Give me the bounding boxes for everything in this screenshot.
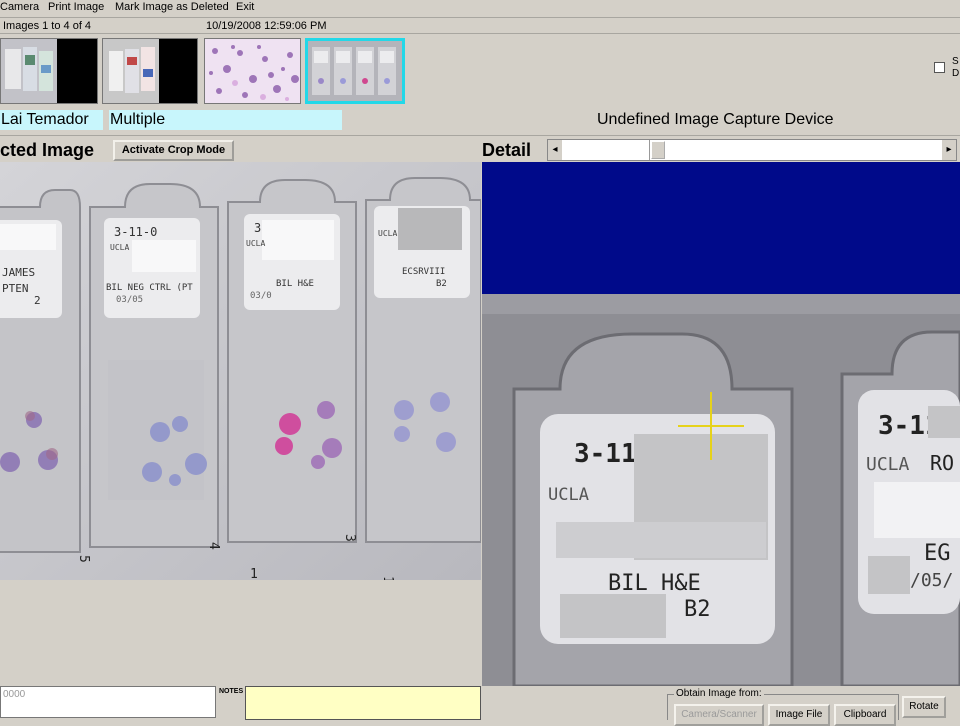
slide3-number: 3 [342,534,357,542]
slide2-line3: 03/05 [116,295,143,305]
selected-image-view[interactable]: JAMES PTEN 2 5 3-11-0 UCLA BIL NEG CTRL … [0,162,481,580]
detail-left-inst: UCLA [548,485,589,505]
detail-view[interactable]: 3-11- UCLA BIL H&E B2 3-11 UCLA RO EG /0… [482,162,960,686]
scroll-left-arrow[interactable]: ◂ [548,140,562,160]
slide4-line3: B2 [436,279,447,289]
clipboard-button[interactable]: Clipboard [834,704,896,726]
thumbnail-3[interactable] [204,38,301,104]
menu-camera[interactable]: Camera [0,1,39,13]
timestamp: 10/19/2008 12:59:06 PM [206,20,327,32]
slide2-line1: UCLA [110,243,129,252]
slide4-line2: ECSRVIII [402,267,445,277]
svg-text:1: 1 [250,567,258,580]
header-divider [0,33,960,34]
slide3-line2: BIL H&E [276,279,314,289]
slide2-number: 4 [206,542,221,550]
obtain-image-label: Obtain Image from: [674,688,764,699]
slide3-line3: 03/0 [250,291,272,301]
detail-left-code: B2 [684,597,711,622]
fields-divider [0,135,960,136]
slide-photo-thumbnail [1,39,57,103]
slide-photo-thumbnail [103,39,159,103]
scroll-track-left[interactable] [563,140,650,160]
detail-zoom-scrollbar[interactable]: ◂ ▸ [547,139,957,161]
micrograph-thumbnail [205,39,300,103]
capture-device-label: Undefined Image Capture Device [597,111,834,128]
record-id-input[interactable]: 0000 [0,686,216,718]
detail-right-code: RO [930,451,954,475]
menu-bar: Camera Print Image Mark Image as Deleted… [0,0,960,18]
detail-empty-area [482,162,960,294]
slides-photo: JAMES PTEN 2 5 3-11-0 UCLA BIL NEG CTRL … [0,162,481,580]
slide3-date: 3 [254,221,261,235]
scroll-thumb[interactable] [651,141,665,159]
detail-right-inst: UCLA [866,454,910,475]
menu-divider [0,17,960,18]
rotate-button[interactable]: Rotate [902,696,946,718]
thumbnail-1[interactable] [0,38,98,104]
detail-zoom-photo: 3-11- UCLA BIL H&E B2 3-11 UCLA RO EG /0… [482,294,960,686]
thumbnail-4[interactable] [305,38,405,104]
detail-right-extra: /05/ [910,570,953,591]
image-count: Images 1 to 4 of 4 [3,20,92,32]
menu-mark-deleted[interactable]: Mark Image as Deleted [115,1,229,13]
slide1-line3: 2 [34,294,41,307]
notes-textarea[interactable] [245,686,481,720]
option-checkbox-label: S D [952,56,959,80]
patient-name-field[interactable]: Lai Temador [0,110,103,130]
detail-title: Detail [482,140,532,160]
slide2-date: 3-11-0 [114,225,157,239]
slide1-line1: JAMES [2,266,35,279]
notes-label: NOTES [219,688,244,695]
menu-exit[interactable]: Exit [236,1,254,13]
scroll-right-arrow[interactable]: ▸ [942,140,956,160]
slide2-line2: BIL NEG CTRL (PT [106,283,193,293]
slide4-line1: UCLA [378,229,397,238]
menu-print-image[interactable]: Print Image [48,1,104,13]
checkbox-label-line2: D [952,68,960,79]
selected-image-title: cted Image [0,140,95,160]
slide4-number: 12 [380,576,395,580]
slide1-number: 5 [76,555,91,563]
image-type-field[interactable]: Multiple [109,110,342,130]
image-file-button[interactable]: Image File [768,704,830,726]
thumbnail-2[interactable] [102,38,198,104]
detail-right-stain: EG [924,541,951,566]
camera-scanner-button[interactable]: Camera/Scanner [674,704,764,726]
activate-crop-mode-button[interactable]: Activate Crop Mode [113,140,234,161]
slide1-line2: PTEN [2,282,29,295]
detail-left-stain: BIL H&E [608,571,701,596]
checkbox-label-line1: S [952,56,959,67]
slide3-line1: UCLA [246,239,265,248]
option-checkbox[interactable] [934,62,945,73]
slides-thumbnail [308,41,402,101]
